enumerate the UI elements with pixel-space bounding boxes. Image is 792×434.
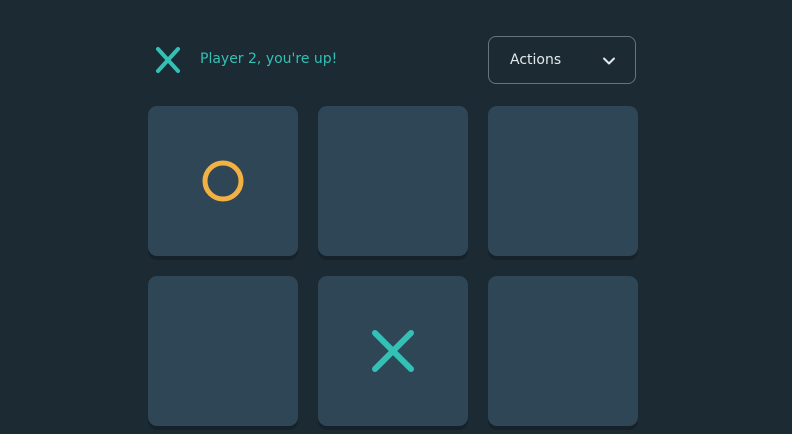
actions-label: Actions — [510, 52, 562, 68]
actions-dropdown-button[interactable]: Actions — [488, 36, 636, 84]
board-cell-1[interactable] — [148, 106, 298, 256]
turn-status-text: Player 2, you're up! — [200, 51, 338, 67]
game-header: Player 2, you're up! Actions — [148, 36, 638, 86]
board-cell-2[interactable] — [318, 106, 468, 256]
x-mark-icon — [372, 330, 414, 372]
board-cell-5[interactable] — [318, 276, 468, 426]
game-screen: Player 2, you're up! Actions — [0, 0, 792, 434]
board-cell-6[interactable] — [488, 276, 638, 426]
board-cell-3[interactable] — [488, 106, 638, 256]
board-cell-4[interactable] — [148, 276, 298, 426]
o-mark-icon — [202, 160, 244, 202]
chevron-down-icon — [603, 57, 615, 65]
x-mark-icon — [156, 47, 180, 73]
